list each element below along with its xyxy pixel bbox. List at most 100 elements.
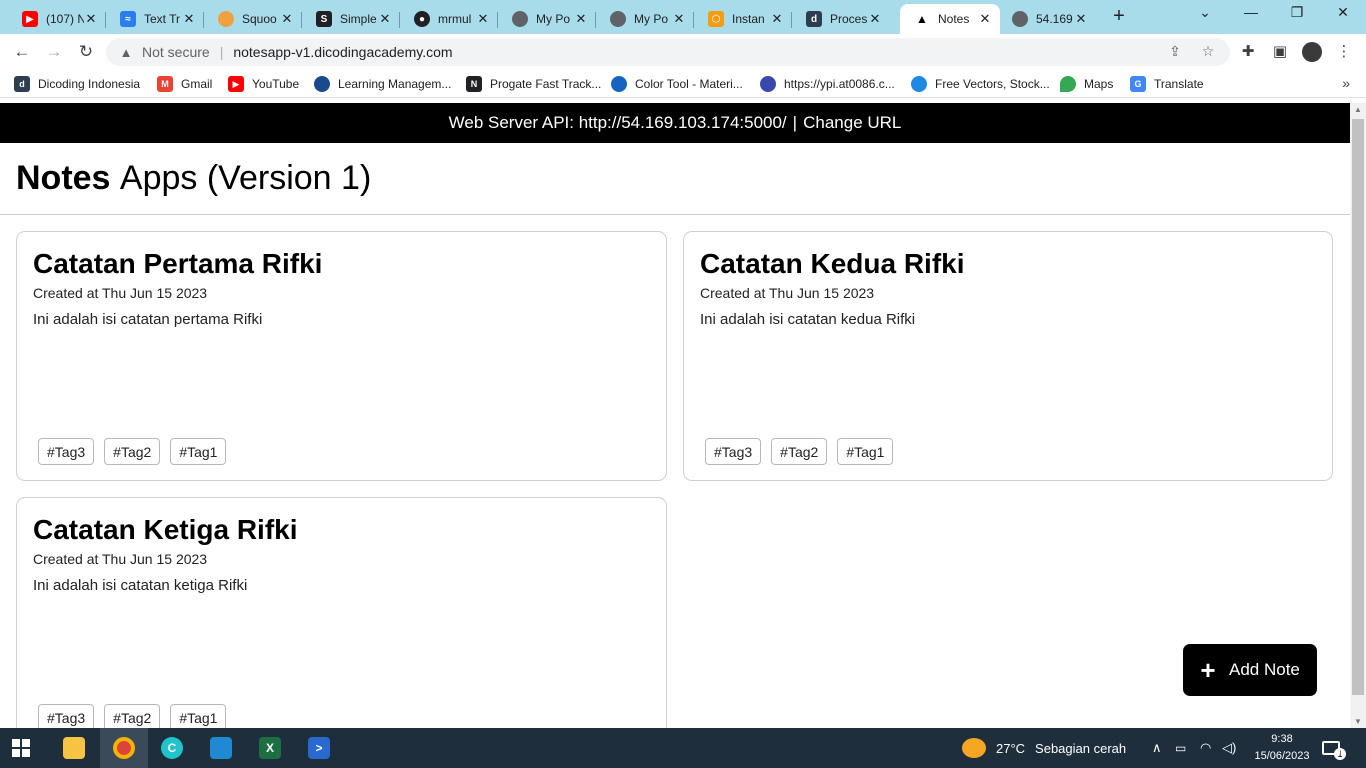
globe-icon [1012, 11, 1028, 27]
url-text[interactable]: notesapp-v1.dicodingacademy.com [233, 44, 452, 60]
lms-icon [314, 76, 330, 92]
note-tag: #Tag1 [837, 438, 894, 465]
canva-icon[interactable]: C [148, 728, 196, 768]
bookmark-maps[interactable]: Maps [1060, 76, 1113, 92]
bookmark-dicoding[interactable]: d Dicoding Indonesia [14, 76, 140, 92]
close-icon[interactable]: ✕ [868, 11, 882, 27]
note-body: Ini adalah isi catatan ketiga Rifki [33, 577, 248, 594]
tab-instances[interactable]: ⬡ Instan ✕ [694, 4, 792, 34]
note-tags: #Tag3 #Tag2 #Tag1 [38, 704, 236, 728]
close-icon[interactable]: ✕ [476, 11, 490, 27]
wave-icon: ≈ [120, 11, 136, 27]
bookmark-gmail[interactable]: M Gmail [157, 76, 212, 92]
bookmark-star-icon[interactable]: ☆ [1199, 43, 1217, 60]
tab-process[interactable]: d Proces ✕ [792, 4, 890, 34]
new-tab-button[interactable]: + [1108, 6, 1130, 28]
scroll-up-icon[interactable]: ▲ [1354, 105, 1362, 114]
tab-youtube[interactable]: ▶ (107) N ✕ [8, 4, 106, 34]
windows-start-icon[interactable] [12, 739, 30, 757]
close-icon[interactable]: ✕ [672, 11, 686, 27]
tab-ip-address[interactable]: 54.169 ✕ [998, 4, 1096, 34]
bookmark-learning-management[interactable]: Learning Managem... [314, 76, 451, 92]
bookmark-translate[interactable]: G Translate [1130, 76, 1204, 92]
tab-search-icon[interactable]: ⌄ [1182, 4, 1228, 26]
close-icon[interactable]: ✕ [978, 11, 992, 27]
system-clock[interactable]: 9:38 15/06/2023 [1252, 731, 1312, 765]
freepik-icon [911, 76, 927, 92]
close-icon[interactable]: ✕ [1074, 11, 1088, 27]
share-icon[interactable]: ⇪ [1166, 43, 1184, 60]
close-icon[interactable]: ✕ [770, 11, 784, 27]
youtube-icon: ▶ [22, 11, 38, 27]
note-card[interactable]: Catatan Kedua Rifki Created at Thu Jun 1… [683, 231, 1333, 481]
minimize-icon[interactable]: — [1228, 4, 1274, 26]
reload-icon[interactable]: ↻ [74, 40, 98, 64]
tab-notes-active[interactable]: ▲ Notes ✕ [900, 4, 1000, 34]
material-icon [611, 76, 627, 92]
side-panel-icon[interactable]: ▣ [1270, 42, 1290, 62]
bookmark-free-vectors[interactable]: Free Vectors, Stock... [911, 76, 1050, 92]
tab-text-translate[interactable]: ≈ Text Tr ✕ [106, 4, 204, 34]
notion-icon: N [466, 76, 482, 92]
extensions-icon[interactable]: ✚ [1238, 42, 1258, 62]
scrollbar-thumb[interactable] [1352, 119, 1364, 695]
profile-avatar[interactable] [1302, 42, 1322, 62]
tray-chevron-icon[interactable]: ∧ [1152, 728, 1162, 768]
note-created-date: Created at Thu Jun 15 2023 [700, 285, 875, 301]
tab-my-portfolio-2[interactable]: My Po ✕ [596, 4, 694, 34]
squoosh-icon [218, 11, 234, 27]
tab-simple[interactable]: S Simple ✕ [302, 4, 400, 34]
add-note-button[interactable]: + Add Note [1183, 644, 1317, 696]
tab-github[interactable]: ● mrmul ✕ [400, 4, 498, 34]
note-title: Catatan Pertama Rifki [33, 248, 323, 279]
dicoding-icon: d [806, 11, 822, 27]
scroll-down-icon[interactable]: ▼ [1354, 717, 1362, 726]
bookmark-color-tool[interactable]: Color Tool - Materi... [611, 76, 743, 92]
note-tag: #Tag1 [170, 438, 227, 465]
menu-icon[interactable]: ⋮ [1334, 42, 1354, 62]
github-icon: ● [414, 11, 430, 27]
restore-icon[interactable]: ❐ [1274, 4, 1320, 26]
bookmark-progate[interactable]: N Progate Fast Track... [466, 76, 601, 92]
security-status[interactable]: Not secure [142, 44, 210, 60]
notification-center-icon[interactable]: 1 [1322, 728, 1346, 768]
bookmark-ypi[interactable]: https://ypi.at0086.c... [760, 76, 895, 92]
note-title: Catatan Kedua Rifki [700, 248, 965, 279]
file-explorer-icon[interactable] [50, 728, 98, 768]
note-tag: #Tag2 [104, 704, 161, 728]
tab-squoosh[interactable]: Squoo ✕ [204, 4, 302, 34]
close-icon[interactable]: ✕ [84, 11, 98, 27]
powershell-icon[interactable]: > [295, 728, 343, 768]
translate-icon: G [1130, 76, 1146, 92]
tab-my-portfolio-1[interactable]: My Po ✕ [498, 4, 596, 34]
close-icon[interactable]: ✕ [378, 11, 392, 27]
bookmark-youtube[interactable]: ▶ YouTube [228, 76, 299, 92]
forward-icon[interactable]: → [42, 40, 66, 64]
note-created-date: Created at Thu Jun 15 2023 [33, 551, 208, 567]
volume-icon[interactable]: ◁) [1222, 728, 1236, 768]
close-icon[interactable]: ✕ [280, 11, 294, 27]
change-url-link[interactable]: Change URL [803, 113, 901, 133]
close-icon[interactable]: ✕ [182, 11, 196, 27]
notes-icon: ▲ [916, 12, 928, 26]
vscode-icon[interactable] [197, 728, 245, 768]
chrome-icon[interactable] [100, 728, 148, 768]
back-icon[interactable]: ← [10, 40, 34, 64]
page-scrollbar[interactable]: ▲ ▼ [1350, 103, 1366, 728]
note-card[interactable]: Catatan Ketiga Rifki Created at Thu Jun … [16, 497, 667, 728]
note-title: Catatan Ketiga Rifki [33, 514, 298, 545]
bookmarks-overflow-icon[interactable]: » [1342, 75, 1350, 91]
wifi-icon[interactable]: ◠ [1200, 728, 1211, 768]
battery-icon[interactable]: ▭ [1175, 728, 1186, 768]
weather-widget[interactable]: 27°C Sebagian cerah [962, 728, 1126, 768]
excel-icon[interactable]: X [246, 728, 294, 768]
header-divider [0, 214, 1350, 215]
gmail-icon: M [157, 76, 173, 92]
browser-toolbar: ← → ↻ ▲ Not secure | notesapp-v1.dicodin… [0, 34, 1366, 70]
window-close-icon[interactable]: ✕ [1320, 4, 1366, 26]
note-card[interactable]: Catatan Pertama Rifki Created at Thu Jun… [16, 231, 667, 481]
close-icon[interactable]: ✕ [574, 11, 588, 27]
note-tag: #Tag3 [38, 438, 95, 465]
address-bar[interactable]: ▲ Not secure | notesapp-v1.dicodingacade… [106, 38, 1230, 66]
weather-temp: 27°C [996, 740, 1026, 756]
